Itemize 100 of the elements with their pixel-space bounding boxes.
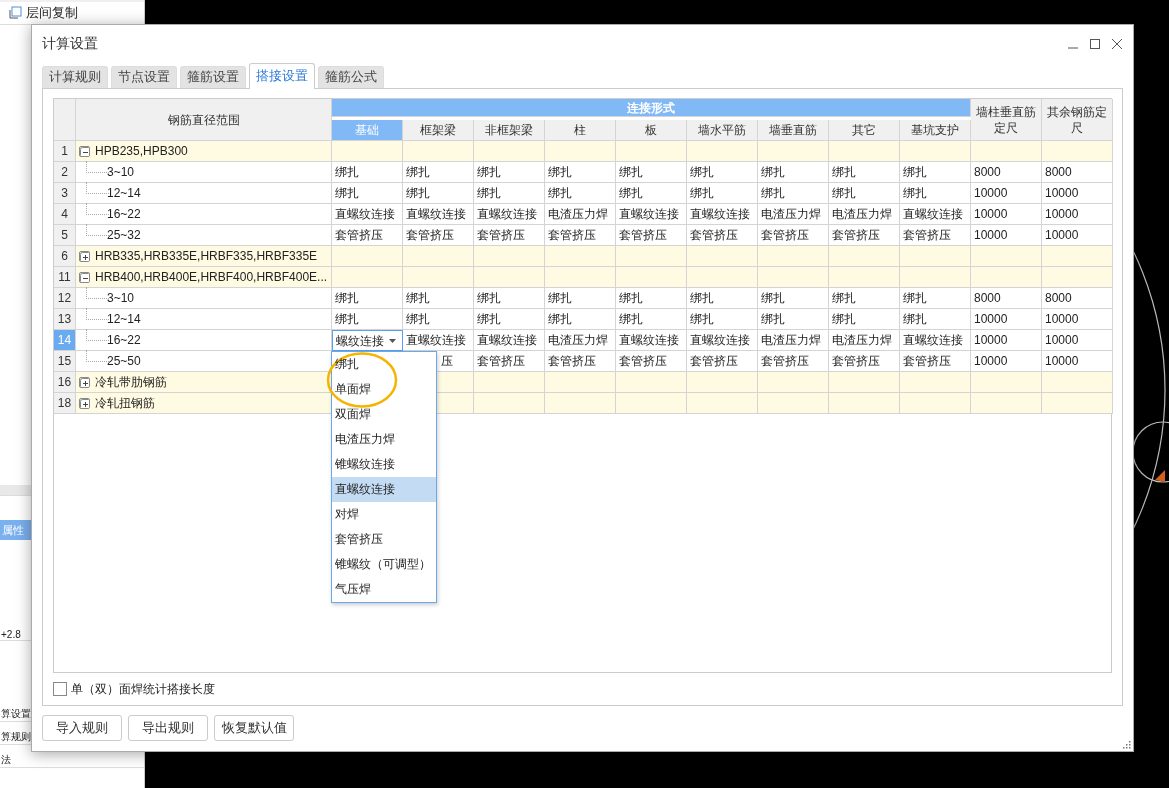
column-header[interactable]: 非框架梁 <box>474 120 545 141</box>
table-cell: 绑扎 <box>829 309 900 330</box>
action-button[interactable]: 导入规则 <box>42 715 122 741</box>
collapse-icon[interactable] <box>79 271 90 283</box>
table-cell <box>403 246 474 267</box>
table-cell: 10000 <box>1042 351 1113 372</box>
group-label: HRB335,HRB335E,HRBF335,HRBF335E <box>95 249 318 263</box>
table-cell: 绑扎 <box>829 288 900 309</box>
table-cell: 绑扎 <box>545 309 616 330</box>
column-header[interactable]: 板 <box>616 120 687 141</box>
table-cell <box>829 246 900 267</box>
column-header[interactable]: 其它 <box>829 120 900 141</box>
menu-item[interactable]: 单面焊 <box>332 377 436 402</box>
group-label: 冷轧扭钢筋 <box>95 394 155 412</box>
table-cell: 套管挤压 <box>758 225 829 246</box>
collapse-icon[interactable] <box>79 145 90 157</box>
table-cell: 绑扎 <box>900 183 971 204</box>
table-cell: 直螺纹连接 <box>403 330 474 351</box>
action-button[interactable]: 恢复默认值 <box>214 715 294 741</box>
column-header[interactable]: 框架梁 <box>403 120 474 141</box>
table-cell: 绑扎 <box>900 309 971 330</box>
table-cell: 套管挤压 <box>545 225 616 246</box>
table-cell: 8000 <box>971 288 1042 309</box>
range-label: 16~22 <box>107 333 141 347</box>
table-cell <box>829 141 900 162</box>
table-cell: 套管挤压 <box>332 225 403 246</box>
tab[interactable]: 搭接设置 <box>249 63 315 89</box>
row-number[interactable]: 2 <box>54 162 76 183</box>
range-label: 12~14 <box>107 186 141 200</box>
column-header[interactable]: 基坑支护 <box>900 120 971 141</box>
tab[interactable]: 箍筋公式 <box>318 66 384 88</box>
row-number[interactable]: 6 <box>54 246 76 267</box>
table-cell <box>616 141 687 162</box>
table-cell: 绑扎 <box>616 162 687 183</box>
table-cell: 绑扎 <box>403 162 474 183</box>
table-cell <box>758 141 829 162</box>
menu-item[interactable]: 直螺纹连接 <box>332 477 436 502</box>
table-cell: 8000 <box>1042 162 1113 183</box>
table-cell <box>758 267 829 288</box>
row-number[interactable]: 13 <box>54 309 76 330</box>
panel-title: 层间复制 <box>26 4 78 22</box>
tree-line <box>86 350 109 362</box>
table-cell: 电渣压力焊 <box>545 330 616 351</box>
menu-item[interactable]: 套管挤压 <box>332 527 436 552</box>
row-number[interactable]: 1 <box>54 141 76 162</box>
row-number[interactable]: 18 <box>54 393 76 414</box>
menu-item[interactable]: 双面焊 <box>332 402 436 427</box>
table-cell <box>545 393 616 414</box>
table-cell: 直螺纹连接 <box>900 330 971 351</box>
column-header[interactable]: 墙水平筋 <box>687 120 758 141</box>
table-cell <box>687 372 758 393</box>
column-header[interactable]: 柱 <box>545 120 616 141</box>
close-icon[interactable] <box>1111 38 1123 50</box>
table-cell: 套管挤压 <box>474 225 545 246</box>
table-cell: 绑扎 <box>616 309 687 330</box>
row-number[interactable]: 12 <box>54 288 76 309</box>
table-cell: 套管挤压 <box>900 225 971 246</box>
tree-line <box>86 224 109 236</box>
checkbox[interactable] <box>53 682 67 696</box>
expand-icon[interactable] <box>79 397 90 409</box>
menu-item[interactable]: 电渣压力焊 <box>332 427 436 452</box>
table-cell <box>829 393 900 414</box>
table-cell <box>971 393 1042 414</box>
table-cell <box>474 267 545 288</box>
table-cell: 绑扎 <box>545 288 616 309</box>
maximize-icon[interactable] <box>1089 38 1101 50</box>
table-cell: 绑扎 <box>616 183 687 204</box>
dropdown-field[interactable]: 螺纹连接 <box>332 330 403 351</box>
row-number[interactable]: 15 <box>54 351 76 372</box>
menu-item[interactable]: 对焊 <box>332 502 436 527</box>
table-cell <box>616 393 687 414</box>
table-cell: 10000 <box>1042 204 1113 225</box>
table-cell: 10000 <box>1042 330 1113 351</box>
table-cell: 套管挤压 <box>616 225 687 246</box>
table-cell: 8000 <box>1042 288 1113 309</box>
row-number[interactable]: 3 <box>54 183 76 204</box>
tab[interactable]: 箍筋设置 <box>180 66 246 88</box>
resize-grip-icon[interactable] <box>1123 741 1131 749</box>
expand-icon[interactable] <box>79 250 90 262</box>
table-cell: 电渣压力焊 <box>829 330 900 351</box>
row-number[interactable]: 16 <box>54 372 76 393</box>
table-cell <box>758 393 829 414</box>
menu-item[interactable]: 锥螺纹（可调型） <box>332 552 436 577</box>
action-button[interactable]: 导出规则 <box>128 715 208 741</box>
table-cell: 10000 <box>971 351 1042 372</box>
column-header: 墙柱垂直筋定尺 <box>971 99 1042 141</box>
tab[interactable]: 节点设置 <box>111 66 177 88</box>
range-label: 16~22 <box>107 207 141 221</box>
range-label: 25~50 <box>107 354 141 368</box>
expand-icon[interactable] <box>79 376 90 388</box>
menu-item[interactable]: 锥螺纹连接 <box>332 452 436 477</box>
tab[interactable]: 计算规则 <box>42 66 108 88</box>
table-cell: 绑扎 <box>900 288 971 309</box>
row-number[interactable]: 11 <box>54 267 76 288</box>
table-cell: 绑扎 <box>332 162 403 183</box>
menu-item[interactable]: 气压焊 <box>332 577 436 602</box>
table-cell: 绑扎 <box>758 162 829 183</box>
column-header[interactable]: 墙垂直筋 <box>758 120 829 141</box>
row-number[interactable]: 5 <box>54 225 76 246</box>
row-number[interactable]: 4 <box>54 204 76 225</box>
